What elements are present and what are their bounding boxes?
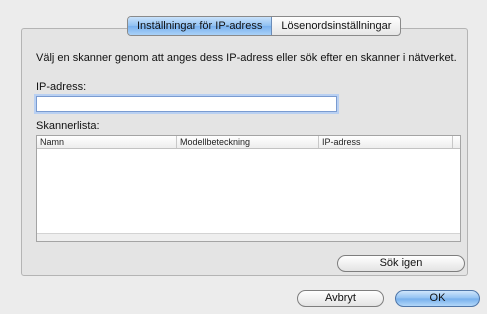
horizontal-scrollbar[interactable] (37, 233, 460, 241)
table-header: Namn Modellbeteckning IP-adress (37, 136, 460, 149)
column-header-empty (453, 136, 460, 148)
column-header-name[interactable]: Namn (37, 136, 177, 148)
ip-address-label: IP-adress: (36, 81, 87, 93)
ok-button[interactable]: OK (395, 290, 480, 307)
column-header-ip-address[interactable]: IP-adress (319, 136, 453, 148)
scanner-list-label: Skannerlista: (36, 120, 100, 132)
search-again-button[interactable]: Sök igen (337, 255, 465, 272)
ip-address-input[interactable] (36, 96, 337, 112)
instruction-text: Välj en skanner genom att anges dess IP-… (36, 52, 457, 64)
scanner-list-table[interactable]: Namn Modellbeteckning IP-adress (36, 135, 461, 242)
cancel-button[interactable]: Avbryt (297, 290, 384, 307)
column-header-model[interactable]: Modellbeteckning (177, 136, 319, 148)
tab-password-settings[interactable]: Lösenordsinställningar (272, 17, 400, 35)
tab-bar: Inställningar för IP-adress Lösenordsins… (127, 16, 402, 36)
table-body[interactable] (37, 149, 460, 233)
tab-ip-settings[interactable]: Inställningar för IP-adress (128, 17, 273, 35)
